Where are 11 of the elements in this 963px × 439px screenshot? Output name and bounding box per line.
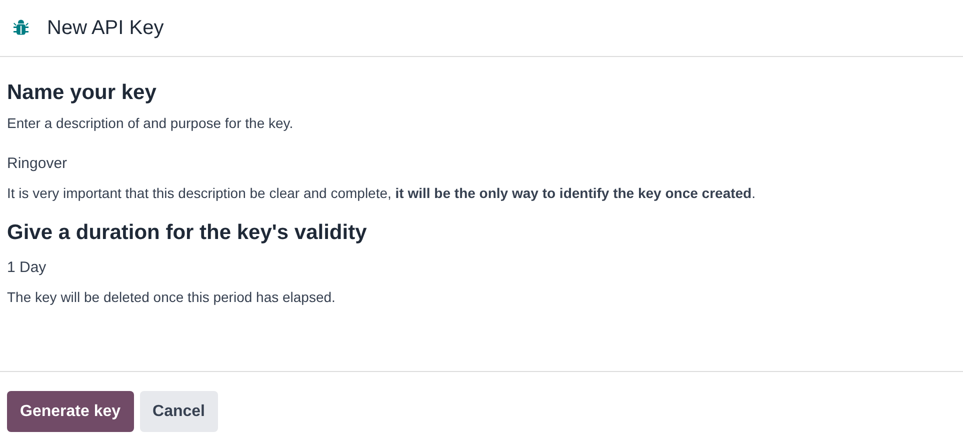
input-field[interactable]: 1 Day [7,253,407,281]
help-text: The key will be deleted once this period has elapsed. [7,288,336,307]
dialog-title: New API Key [47,16,164,41]
help-text: It is very important that this description be clear and complete, it will be the only way to identify the key once created. [7,184,756,203]
bug-icon [12,19,30,37]
section-heading: Name your key [7,80,158,106]
generate-button[interactable]: Generate key [7,391,134,432]
section-heading: Give a duration for the key's validity [7,220,368,246]
cancel-button[interactable]: Cancel [140,391,218,432]
section-description: Enter a description of and purpose for the key. [7,114,294,133]
input-field[interactable]: Ringover [7,149,407,177]
